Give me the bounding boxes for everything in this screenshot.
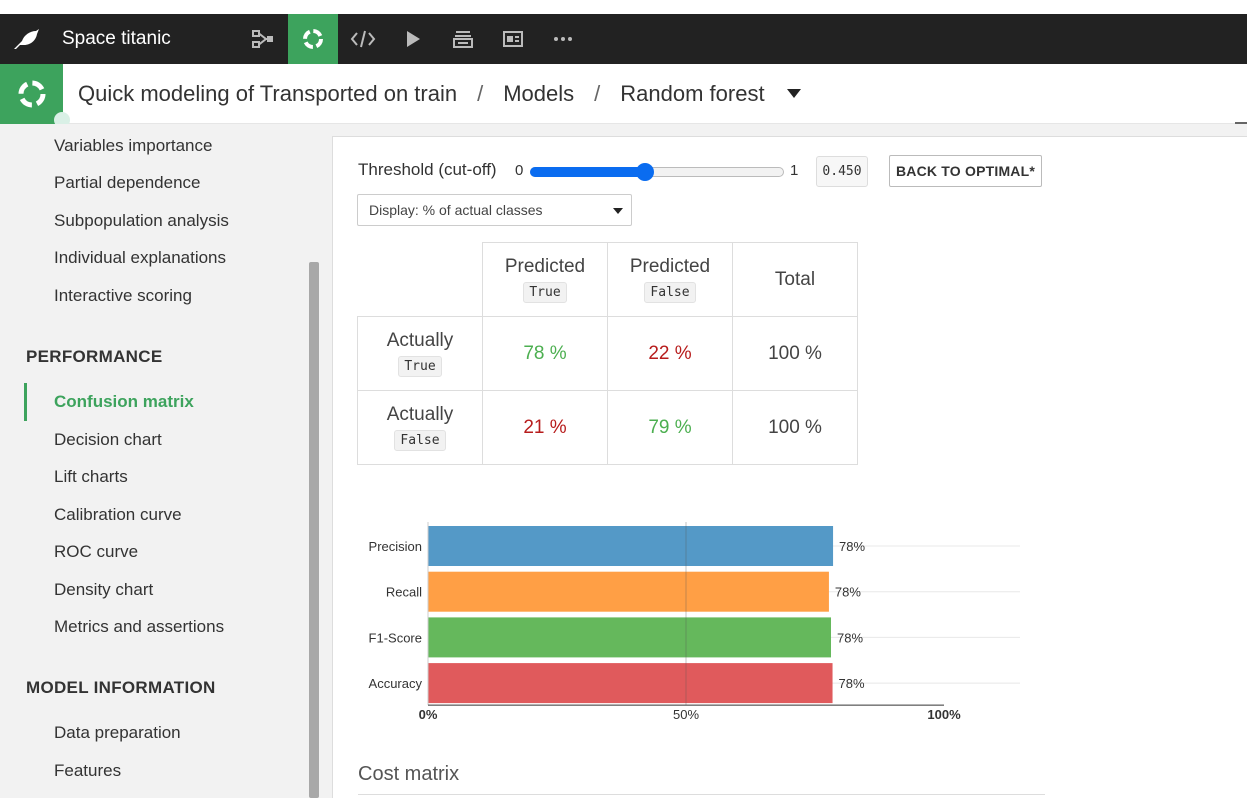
- flow-icon[interactable]: [238, 14, 288, 64]
- class-code: True: [523, 282, 567, 303]
- dashboard-icon[interactable]: [488, 14, 538, 64]
- breadcrumb-analysis[interactable]: Quick modeling of Transported on train: [78, 81, 457, 107]
- sidebar-item-roc-curve[interactable]: ROC curve: [54, 542, 138, 562]
- sidebar-heading-performance: PERFORMANCE: [26, 347, 163, 366]
- cost-matrix-title: Cost matrix: [358, 763, 460, 785]
- confusion-matrix-table: Predicted True Predicted False Total Act…: [357, 242, 858, 465]
- sidebar-item-interactive-scoring[interactable]: Interactive scoring: [54, 286, 192, 306]
- data-label: 78%: [839, 539, 865, 554]
- sidebar-item-confusion-matrix[interactable]: Confusion matrix: [54, 392, 194, 412]
- back-to-optimal-button[interactable]: BACK TO OPTIMAL*: [889, 155, 1042, 187]
- column-header-predicted-false: Predicted False: [607, 242, 733, 317]
- threshold-label: Threshold (cut-off): [358, 160, 497, 179]
- sidebar-item-density-chart[interactable]: Density chart: [54, 580, 153, 600]
- column-header-total: Total: [732, 242, 858, 317]
- breadcrumb-models[interactable]: Models: [503, 81, 574, 107]
- display-mode-value: Display: % of actual classes: [369, 202, 543, 218]
- threshold-value[interactable]: 0.450: [816, 156, 868, 187]
- row-header-actually-false: Actually False: [357, 390, 483, 465]
- matrix-cell-row-total: 100 %: [732, 316, 858, 391]
- play-icon[interactable]: [388, 14, 438, 64]
- lab-icon[interactable]: [288, 14, 338, 64]
- analysis-icon: [0, 63, 70, 128]
- sidebar-item-variables-importance[interactable]: Variables importance: [54, 136, 212, 156]
- row-header-actually-true: Actually True: [357, 316, 483, 391]
- matrix-cell-true-negative: 79 %: [607, 390, 733, 465]
- column-header-predicted-true: Predicted True: [482, 242, 608, 317]
- column-header-label: Predicted: [504, 256, 586, 277]
- bar-f1-score: [428, 617, 831, 658]
- breadcrumb-model[interactable]: Random forest: [620, 81, 764, 107]
- threshold-slider-fill: [530, 167, 646, 177]
- category-label: F1-Score: [369, 630, 422, 645]
- category-label: Accuracy: [369, 676, 423, 691]
- row-header-label: Actually: [386, 404, 454, 425]
- column-header-label: Predicted: [629, 256, 711, 277]
- stack-icon[interactable]: [438, 14, 488, 64]
- app-navbar: Space titanic: [0, 14, 1247, 64]
- matrix-cell-true-positive: 78 %: [482, 316, 608, 391]
- chevron-down-icon[interactable]: [786, 89, 801, 98]
- sidebar-heading-model-information: MODEL INFORMATION: [26, 678, 216, 697]
- class-code: False: [644, 282, 696, 303]
- data-label: 78%: [835, 585, 861, 600]
- column-header-label: Total: [774, 268, 816, 290]
- bar-accuracy: [428, 663, 833, 704]
- model-sidebar: Variables importance Partial dependence …: [0, 124, 320, 798]
- matrix-corner-cell: [357, 242, 483, 317]
- category-label: Recall: [386, 585, 422, 600]
- dropdown-arrow-icon: [613, 208, 623, 214]
- class-code: True: [398, 356, 442, 377]
- breadcrumb-separator: /: [594, 80, 601, 106]
- x-tick-label: 0%: [419, 707, 438, 722]
- bar-recall: [428, 571, 829, 612]
- class-code: False: [394, 430, 446, 451]
- project-name[interactable]: Space titanic: [52, 28, 238, 50]
- panel-divider: [1235, 122, 1247, 124]
- data-label: 78%: [839, 676, 865, 691]
- sidebar-item-calibration-curve[interactable]: Calibration curve: [54, 505, 182, 525]
- bar-precision: [428, 526, 834, 566]
- data-label: 78%: [837, 630, 863, 645]
- sidebar-item-metrics-and-assertions[interactable]: Metrics and assertions: [54, 617, 224, 637]
- breadcrumb: Quick modeling of Transported on train /…: [63, 81, 801, 107]
- slider-min-label: 0: [515, 162, 524, 179]
- matrix-cell-row-total: 100 %: [732, 390, 858, 465]
- code-icon[interactable]: [338, 14, 388, 64]
- sidebar-item-individual-explanations[interactable]: Individual explanations: [54, 248, 226, 268]
- sidebar-item-subpopulation-analysis[interactable]: Subpopulation analysis: [54, 211, 229, 231]
- sidebar-scrollbar[interactable]: [309, 262, 319, 798]
- matrix-cell-false-positive: 21 %: [482, 390, 608, 465]
- category-label: Precision: [369, 539, 422, 554]
- sidebar-item-features[interactable]: Features: [54, 761, 121, 781]
- slider-max-label: 1: [790, 162, 799, 179]
- sidebar-item-partial-dependence[interactable]: Partial dependence: [54, 173, 201, 193]
- x-tick-label: 100%: [927, 707, 961, 722]
- more-icon[interactable]: [538, 14, 588, 64]
- cost-matrix-divider: [358, 794, 1045, 795]
- active-indicator: [24, 383, 27, 421]
- sidebar-item-data-preparation[interactable]: Data preparation: [54, 723, 181, 743]
- matrix-cell-false-negative: 22 %: [607, 316, 733, 391]
- metrics-bar-chart: Precision 78% Recall 78% F1-Score 78% Accuracy…: [369, 522, 1020, 722]
- browser-top-strip: [0, 0, 1247, 14]
- display-mode-select[interactable]: Display: % of actual classes: [357, 194, 632, 226]
- breadcrumb-separator: /: [477, 80, 484, 106]
- row-header-label: Actually: [386, 330, 454, 351]
- sidebar-item-lift-charts[interactable]: Lift charts: [54, 467, 128, 487]
- x-tick-label: 50%: [673, 707, 699, 722]
- page-header: Quick modeling of Transported on train /…: [0, 63, 1247, 128]
- bird-logo-icon[interactable]: [0, 14, 52, 64]
- sidebar-item-decision-chart[interactable]: Decision chart: [54, 430, 162, 450]
